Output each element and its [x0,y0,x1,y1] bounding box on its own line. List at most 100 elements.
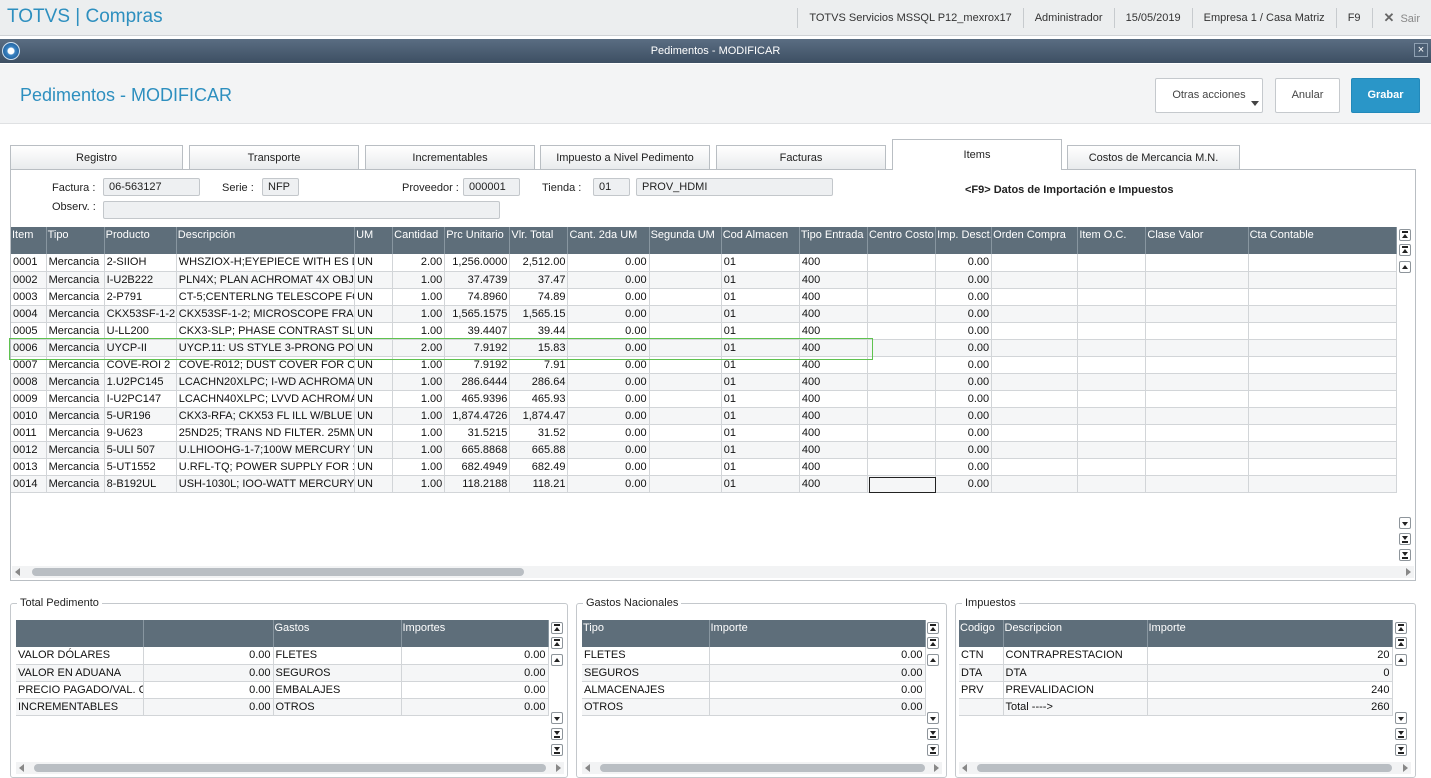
items-cell[interactable]: Mercancia [46,356,105,374]
exit-button[interactable]: ✕ Sair [1371,8,1431,28]
items-column-header[interactable]: Segunda UM [649,227,722,254]
items-row[interactable]: 0008 Mercancia 1.U2PC145 LCACHN20XLPC; I-WD… [11,373,1398,391]
items-cell[interactable]: Mercancia [46,458,105,476]
items-cell[interactable] [649,475,722,493]
items-cell[interactable]: 1,874.4726 [444,407,511,425]
items-cell[interactable]: 0.00 [567,305,650,323]
scroll-right-icon[interactable] [556,764,561,772]
items-cell[interactable]: 400 [799,288,868,306]
items-cell[interactable]: 400 [799,373,868,391]
items-cell[interactable]: Mercancia [46,322,105,340]
items-cell[interactable]: 0.00 [935,271,993,289]
items-cell[interactable]: Mercancia [46,424,105,442]
items-cell[interactable]: 2.00 [392,254,446,272]
items-cell[interactable] [1077,373,1147,391]
impuestos-row[interactable]: PRV PREVALIDACION 240 [959,681,1393,699]
items-cell[interactable]: Mercancia [46,254,105,272]
scroll-bottom-icon[interactable] [551,744,563,756]
items-cell[interactable] [649,390,722,408]
items-cell[interactable] [1145,390,1249,408]
tab-impuesto-nivel-pedimento[interactable]: Impuesto a Nivel Pedimento [540,145,710,169]
gastos-nacionales-column-header[interactable]: Importe [709,620,926,647]
impuestos-row[interactable]: Total ----> 260 [959,698,1393,716]
items-cell[interactable] [991,458,1079,476]
items-cell[interactable] [991,322,1079,340]
items-cell[interactable]: 0.00 [935,288,993,306]
items-cell[interactable]: 0.00 [935,356,993,374]
items-cell[interactable]: 01 [721,390,800,408]
impuestos-cell[interactable] [959,698,1004,716]
items-cell[interactable]: 400 [799,322,868,340]
items-cell[interactable]: 400 [799,271,868,289]
items-cell[interactable]: 01 [721,373,800,391]
grabar-button[interactable]: Grabar [1351,78,1420,113]
items-cell[interactable] [1077,339,1147,357]
total-pedimento-cell[interactable]: 0.00 [401,698,549,716]
items-cell[interactable]: UN [354,475,394,493]
items-cell[interactable] [991,288,1079,306]
items-cell[interactable] [1248,339,1398,357]
items-cell[interactable] [1077,271,1147,289]
items-cell[interactable]: 0.00 [935,254,993,272]
items-cell[interactable]: 0.00 [935,441,993,459]
items-row[interactable]: 0003 Mercancia 2-P791 CT-5;CENTERLNG TELESC… [11,288,1398,306]
items-cell[interactable] [1248,254,1398,272]
items-cell[interactable]: 0013 [11,458,47,476]
scroll-up-icon[interactable] [927,654,939,666]
impuestos-cell[interactable]: PRV [959,681,1004,699]
scroll-top-icon[interactable] [1395,622,1407,634]
items-cell[interactable]: 400 [799,458,868,476]
items-cell[interactable]: 5-UR196 [104,407,177,425]
items-cell[interactable]: UN [354,254,394,272]
items-cell[interactable]: 1.00 [392,458,446,476]
items-cell[interactable]: 1.00 [392,373,446,391]
items-cell[interactable] [867,458,937,476]
items-cell[interactable] [867,322,937,340]
items-cell[interactable]: 400 [799,390,868,408]
items-cell[interactable] [1248,288,1398,306]
items-row[interactable]: 0009 Mercancia I-U2PC147 LCACHN40XLPC; LVVD… [11,390,1398,408]
items-cell[interactable]: 01 [721,441,800,459]
scroll-up-icon[interactable] [1395,654,1407,666]
items-cell[interactable]: I-U2B222 [104,271,177,289]
items-cell[interactable]: 01 [721,254,800,272]
items-cell[interactable]: 01 [721,475,800,493]
items-cell[interactable] [1077,458,1147,476]
gastos-nacionales-cell[interactable]: FLETES [582,647,710,665]
total-pedimento-column-header[interactable]: Importes [401,620,549,647]
items-cell[interactable] [867,356,937,374]
items-cell[interactable] [649,339,722,357]
items-cell[interactable]: 0.00 [935,305,993,323]
items-cell[interactable] [867,339,937,357]
tab-incrementables[interactable]: Incrementables [365,145,535,169]
items-cell[interactable]: 286.6444 [444,373,511,391]
items-cell[interactable]: 0002 [11,271,47,289]
items-cell[interactable]: 1,565.1575 [444,305,511,323]
items-cell[interactable]: Mercancia [46,271,105,289]
items-cell[interactable]: 2.00 [392,339,446,357]
items-cell[interactable] [649,288,722,306]
items-cell[interactable]: 1,874.47 [509,407,569,425]
items-cell[interactable]: COVE-R012; DUST COVER FOR CKX [176,356,356,374]
items-cell[interactable] [1145,373,1249,391]
items-cell[interactable]: 0.00 [935,339,993,357]
total-pedimento-cell[interactable]: 0.00 [143,647,274,665]
scroll-page-up-icon[interactable] [1395,637,1407,649]
scroll-bottom-icon[interactable] [927,744,939,756]
items-cell[interactable]: 39.44 [509,322,569,340]
items-cell[interactable]: 665.8868 [444,441,511,459]
items-cell[interactable]: 0.00 [935,373,993,391]
otras-acciones-button[interactable]: Otras acciones [1155,78,1263,113]
scroll-page-up-icon[interactable] [551,637,563,649]
items-cell[interactable] [867,407,937,425]
tienda-description-field[interactable]: PROV_HDMI [636,178,833,196]
total-pedimento-cell[interactable]: VALOR DÓLARES [16,647,144,665]
items-cell[interactable]: WHSZIOX-H;EYEPIECE WITH ES D [176,254,356,272]
items-cell[interactable]: UN [354,271,394,289]
scroll-page-down-icon[interactable] [927,728,939,740]
total-pedimento-cell[interactable]: FLETES [273,647,402,665]
items-row[interactable]: 0004 Mercancia CKX53SF-1-2 CKX53SF-1-2; MIC… [11,305,1398,323]
total-pedimento-column-header[interactable] [143,620,274,647]
items-cell[interactable]: Mercancia [46,475,105,493]
total-pedimento-row[interactable]: VALOR DÓLARES 0.00 FLETES 0.00 [16,647,549,665]
